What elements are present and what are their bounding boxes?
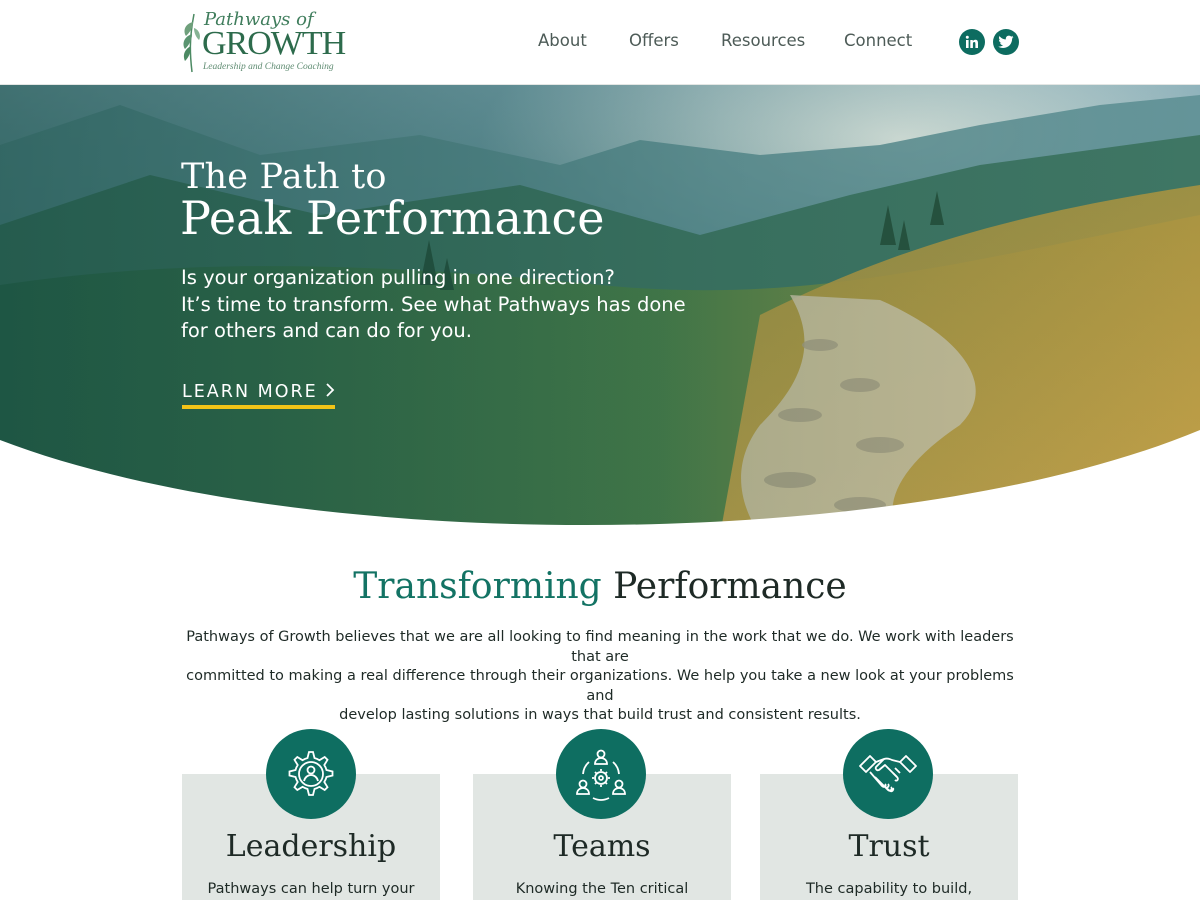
card-title-leadership: Leadership	[225, 829, 397, 864]
leaf-icon	[183, 13, 200, 73]
card-title-trust: Trust	[848, 829, 930, 864]
team-cycle-icon	[556, 729, 646, 819]
hero-text-line3: for others and can do for you.	[181, 319, 472, 342]
hero-title-line2: Peak Performance	[180, 191, 605, 245]
card-text-trust: The capability to build,	[805, 881, 973, 897]
chevron-right-icon	[326, 383, 335, 397]
hero-text-line1: Is your organization pulling in one dire…	[181, 266, 615, 289]
hero-description: Is your organization pulling in one dire…	[181, 265, 741, 345]
nav-about[interactable]: About	[538, 31, 587, 50]
learn-more-label: LEARN MORE	[182, 382, 318, 402]
logo-tagline: Leadership and Change Coaching	[203, 62, 334, 72]
section-title-accent: Transforming	[353, 566, 602, 607]
site-header: Pathways of GROWTH Leadership and Change…	[0, 0, 1200, 85]
linkedin-icon	[965, 35, 978, 48]
section-description: Pathways of Growth believes that we are …	[172, 628, 1028, 726]
section-text-line3: develop lasting solutions in ways that b…	[339, 707, 861, 723]
nav-offers[interactable]: Offers	[629, 31, 679, 50]
hero-banner: The Path to Peak Performance Is your org…	[0, 85, 1200, 535]
linkedin-link[interactable]	[959, 29, 985, 55]
learn-more-button[interactable]: LEARN MORE	[182, 382, 336, 409]
hero-text-line2: It’s time to transform. See what Pathway…	[181, 292, 686, 316]
section-text-line2: committed to making a real difference th…	[186, 668, 1014, 704]
gear-person-icon	[266, 729, 356, 819]
twitter-icon	[998, 35, 1014, 48]
card-text-leadership: Pathways can help turn your	[207, 881, 415, 897]
section-title-rest: Performance	[613, 566, 847, 607]
section-text-line1: Pathways of Growth believes that we are …	[186, 629, 1014, 665]
handshake-icon	[843, 729, 933, 819]
nav-connect[interactable]: Connect	[844, 31, 912, 50]
card-text-teams: Knowing the Ten critical	[515, 881, 689, 897]
logo-line2: GROWTH	[202, 25, 346, 62]
card-title-teams: Teams	[553, 829, 651, 864]
nav-resources[interactable]: Resources	[721, 31, 805, 50]
twitter-link[interactable]	[993, 29, 1019, 55]
section-title: Transforming Performance	[0, 566, 1200, 607]
site-logo[interactable]: Pathways of GROWTH Leadership and Change…	[180, 8, 350, 76]
